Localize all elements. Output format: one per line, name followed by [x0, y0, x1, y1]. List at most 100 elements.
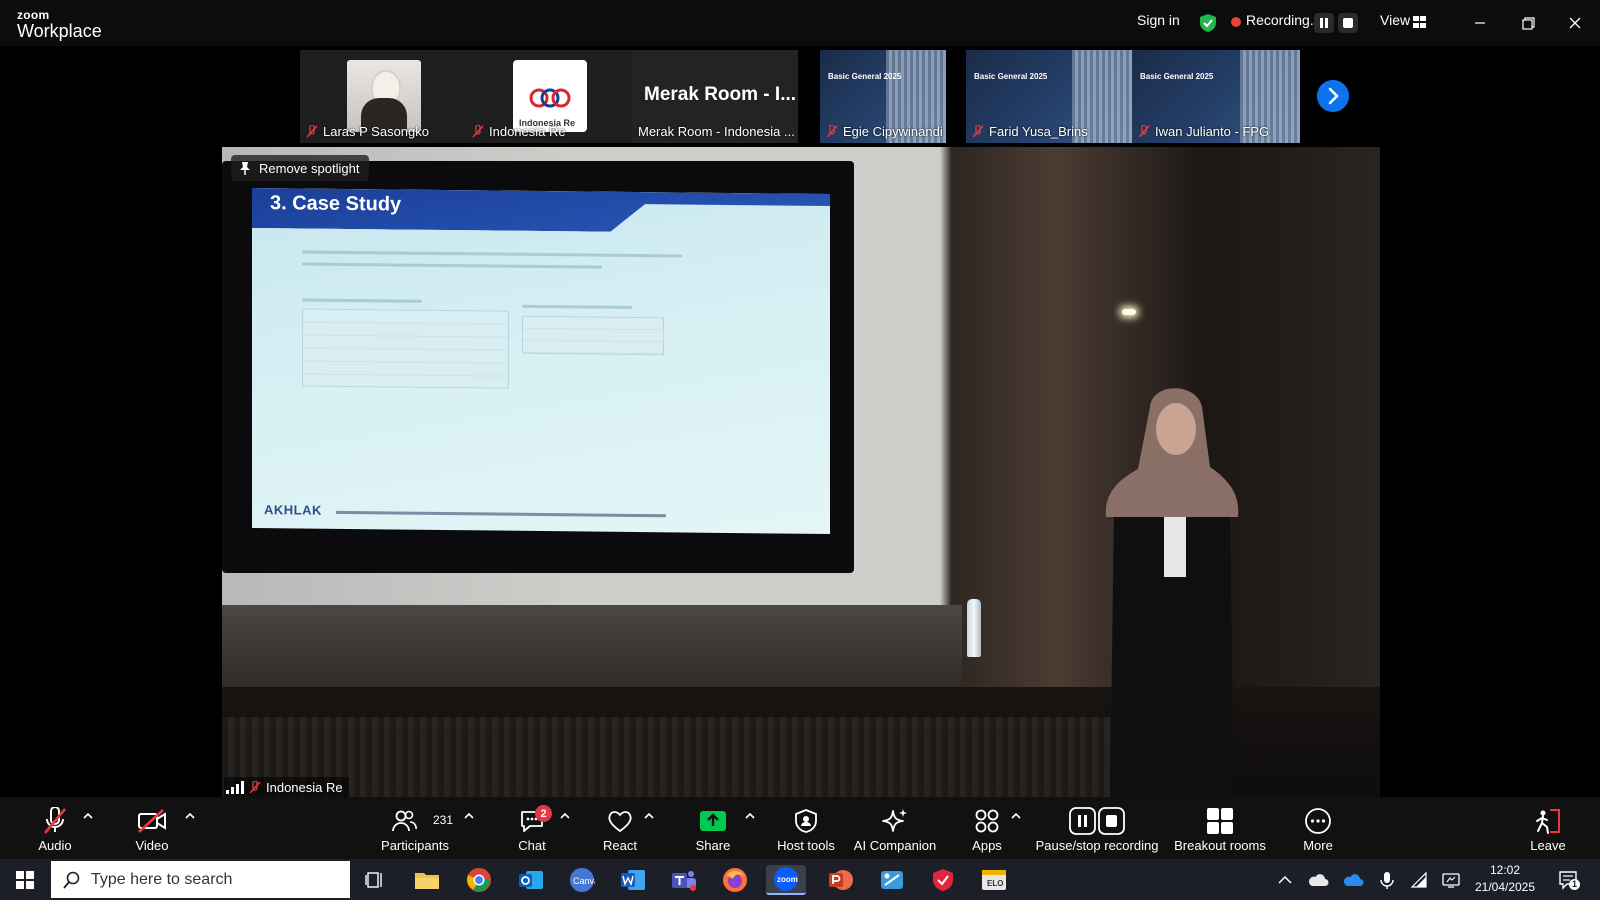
- file-explorer-icon[interactable]: [412, 865, 442, 895]
- slide-table: [522, 315, 664, 356]
- slide-thumb-title: Basic General 2025: [828, 72, 902, 81]
- pin-icon: [240, 162, 250, 175]
- view-button[interactable]: View: [1380, 12, 1410, 28]
- gallery-next-button[interactable]: [1317, 80, 1349, 112]
- sparkle-icon: [882, 809, 907, 832]
- remove-spotlight-button[interactable]: Remove spotlight: [231, 155, 370, 181]
- chrome-icon[interactable]: [464, 865, 494, 895]
- elo-app-icon[interactable]: ELO: [979, 865, 1009, 895]
- main-video[interactable]: 3. Case Study AKHLAK: [222, 147, 1380, 797]
- camera-off-icon: [138, 809, 166, 833]
- word-icon[interactable]: [618, 865, 648, 895]
- breakout-rooms-icon: [1207, 808, 1233, 834]
- ai-companion-button[interactable]: AI Companion: [852, 797, 938, 859]
- indonesia-re-logo: Indonesia Re: [513, 60, 587, 132]
- onedrive-business-icon[interactable]: [1342, 871, 1364, 889]
- react-chevron-icon[interactable]: [644, 811, 654, 821]
- taskbar-clock[interactable]: 12:02 21/04/2025: [1470, 862, 1540, 896]
- recording-dot-icon: [1231, 17, 1241, 27]
- tray-overflow-chevron-icon[interactable]: [1276, 871, 1294, 889]
- canva-icon[interactable]: Canva: [567, 865, 597, 895]
- antivirus-shield-icon[interactable]: [928, 865, 958, 895]
- muted-mic-icon: [1138, 125, 1150, 138]
- apps-chevron-icon[interactable]: [1011, 811, 1021, 821]
- participant-name: Merak Room - Indonesia ...: [638, 124, 795, 139]
- search-icon: [63, 871, 80, 889]
- participant-tile[interactable]: Basic General 2025 Farid Yusa_Brins: [966, 50, 1132, 143]
- muted-mic-icon: [306, 125, 318, 138]
- outlook-icon[interactable]: [516, 865, 546, 895]
- pause-recording-button[interactable]: [1314, 13, 1334, 33]
- sign-in-link[interactable]: Sign in: [1137, 12, 1180, 28]
- microphone-in-use-icon[interactable]: [1378, 871, 1396, 889]
- display-icon[interactable]: [1442, 871, 1460, 889]
- participant-tile[interactable]: Laras P Sasongko: [300, 50, 466, 143]
- participant-initial-name: Merak Room - I...: [644, 84, 797, 105]
- more-button[interactable]: More: [1300, 797, 1336, 859]
- signal-strength-icon: [226, 780, 244, 794]
- close-icon[interactable]: [1562, 10, 1588, 36]
- share-chevron-icon[interactable]: [745, 811, 755, 821]
- chat-chevron-icon[interactable]: [560, 811, 570, 821]
- svg-text:zoom: zoom: [777, 875, 798, 884]
- zoom-taskbar-icon[interactable]: zoom: [766, 865, 806, 895]
- audio-options-chevron-icon[interactable]: [83, 811, 93, 821]
- video-button[interactable]: Video: [130, 797, 174, 859]
- video-options-chevron-icon[interactable]: [185, 811, 195, 821]
- firefox-icon[interactable]: [720, 865, 750, 895]
- task-view-icon[interactable]: [360, 865, 390, 895]
- participants-button[interactable]: Participants: [380, 797, 450, 859]
- presentation-screen: 3. Case Study AKHLAK: [222, 161, 854, 573]
- presenter: [1105, 388, 1239, 797]
- leave-door-icon: [1536, 809, 1560, 834]
- windows-taskbar: Type here to search Canva zoom ELO: [0, 859, 1600, 900]
- react-button[interactable]: React: [600, 797, 640, 859]
- recording-status[interactable]: Recording...: [1246, 12, 1321, 28]
- share-screen-icon: [700, 811, 726, 831]
- participant-tile[interactable]: Basic General 2025 Iwan Julianto - FPG: [1132, 50, 1300, 143]
- notification-count: 1: [1569, 879, 1580, 890]
- teams-icon[interactable]: [669, 865, 699, 895]
- breakout-rooms-button[interactable]: Breakout rooms: [1172, 797, 1268, 859]
- windows-start-icon[interactable]: [16, 871, 34, 889]
- host-tools-button[interactable]: Host tools: [776, 797, 836, 859]
- audio-button[interactable]: Audio: [32, 797, 78, 859]
- leave-button[interactable]: Leave: [1528, 797, 1568, 859]
- view-grid-icon[interactable]: [1413, 16, 1426, 28]
- stop-recording-button[interactable]: [1338, 13, 1358, 33]
- avatar: [347, 60, 421, 132]
- participants-chevron-icon[interactable]: [464, 811, 474, 821]
- apps-button[interactable]: Apps: [967, 797, 1007, 859]
- notification-center-button[interactable]: 1: [1558, 870, 1580, 890]
- snipping-tool-icon[interactable]: [877, 865, 907, 895]
- more-icon: [1305, 808, 1331, 834]
- apps-icon: [975, 809, 999, 833]
- participant-tile[interactable]: Merak Room - I... Merak Room - Indonesia…: [632, 50, 798, 143]
- wifi-icon[interactable]: [1410, 871, 1428, 889]
- title-bar: zoom Workplace Sign in Recording... View: [0, 0, 1600, 46]
- restore-icon[interactable]: [1515, 10, 1541, 36]
- svg-text:ELO: ELO: [987, 879, 1003, 888]
- slide-thumb-title: Basic General 2025: [974, 72, 1048, 81]
- host-shield-icon: [795, 809, 817, 833]
- mic-muted-icon: [44, 807, 66, 834]
- meeting-toolbar: Audio Video Participants 231 Chat 2 Reac…: [0, 797, 1600, 859]
- water-bottle: [967, 599, 981, 657]
- participant-name: Indonesia Re: [472, 124, 566, 139]
- zoom-logo: zoom Workplace: [17, 9, 102, 40]
- chat-unread-badge: 2: [535, 805, 552, 822]
- slide-footer: AKHLAK: [264, 502, 322, 518]
- participant-tile[interactable]: Indonesia Re Indonesia Re: [466, 50, 632, 143]
- share-button[interactable]: Share: [693, 797, 733, 859]
- participant-tile[interactable]: Basic General 2025 Egie Cipywinandi: [820, 50, 946, 143]
- muted-mic-icon: [472, 125, 484, 138]
- onedrive-icon[interactable]: [1307, 871, 1329, 889]
- participant-name: Egie Cipywinandi: [826, 124, 943, 139]
- main-video-name-label: Indonesia Re: [224, 777, 349, 797]
- pause-stop-recording-button[interactable]: Pause/stop recording: [1036, 797, 1158, 859]
- taskbar-search-input[interactable]: Type here to search: [51, 861, 350, 898]
- powerpoint-icon[interactable]: [826, 865, 856, 895]
- encryption-shield-icon[interactable]: [1199, 13, 1217, 33]
- participant-name: Laras P Sasongko: [306, 124, 429, 139]
- minimize-icon[interactable]: [1467, 10, 1493, 36]
